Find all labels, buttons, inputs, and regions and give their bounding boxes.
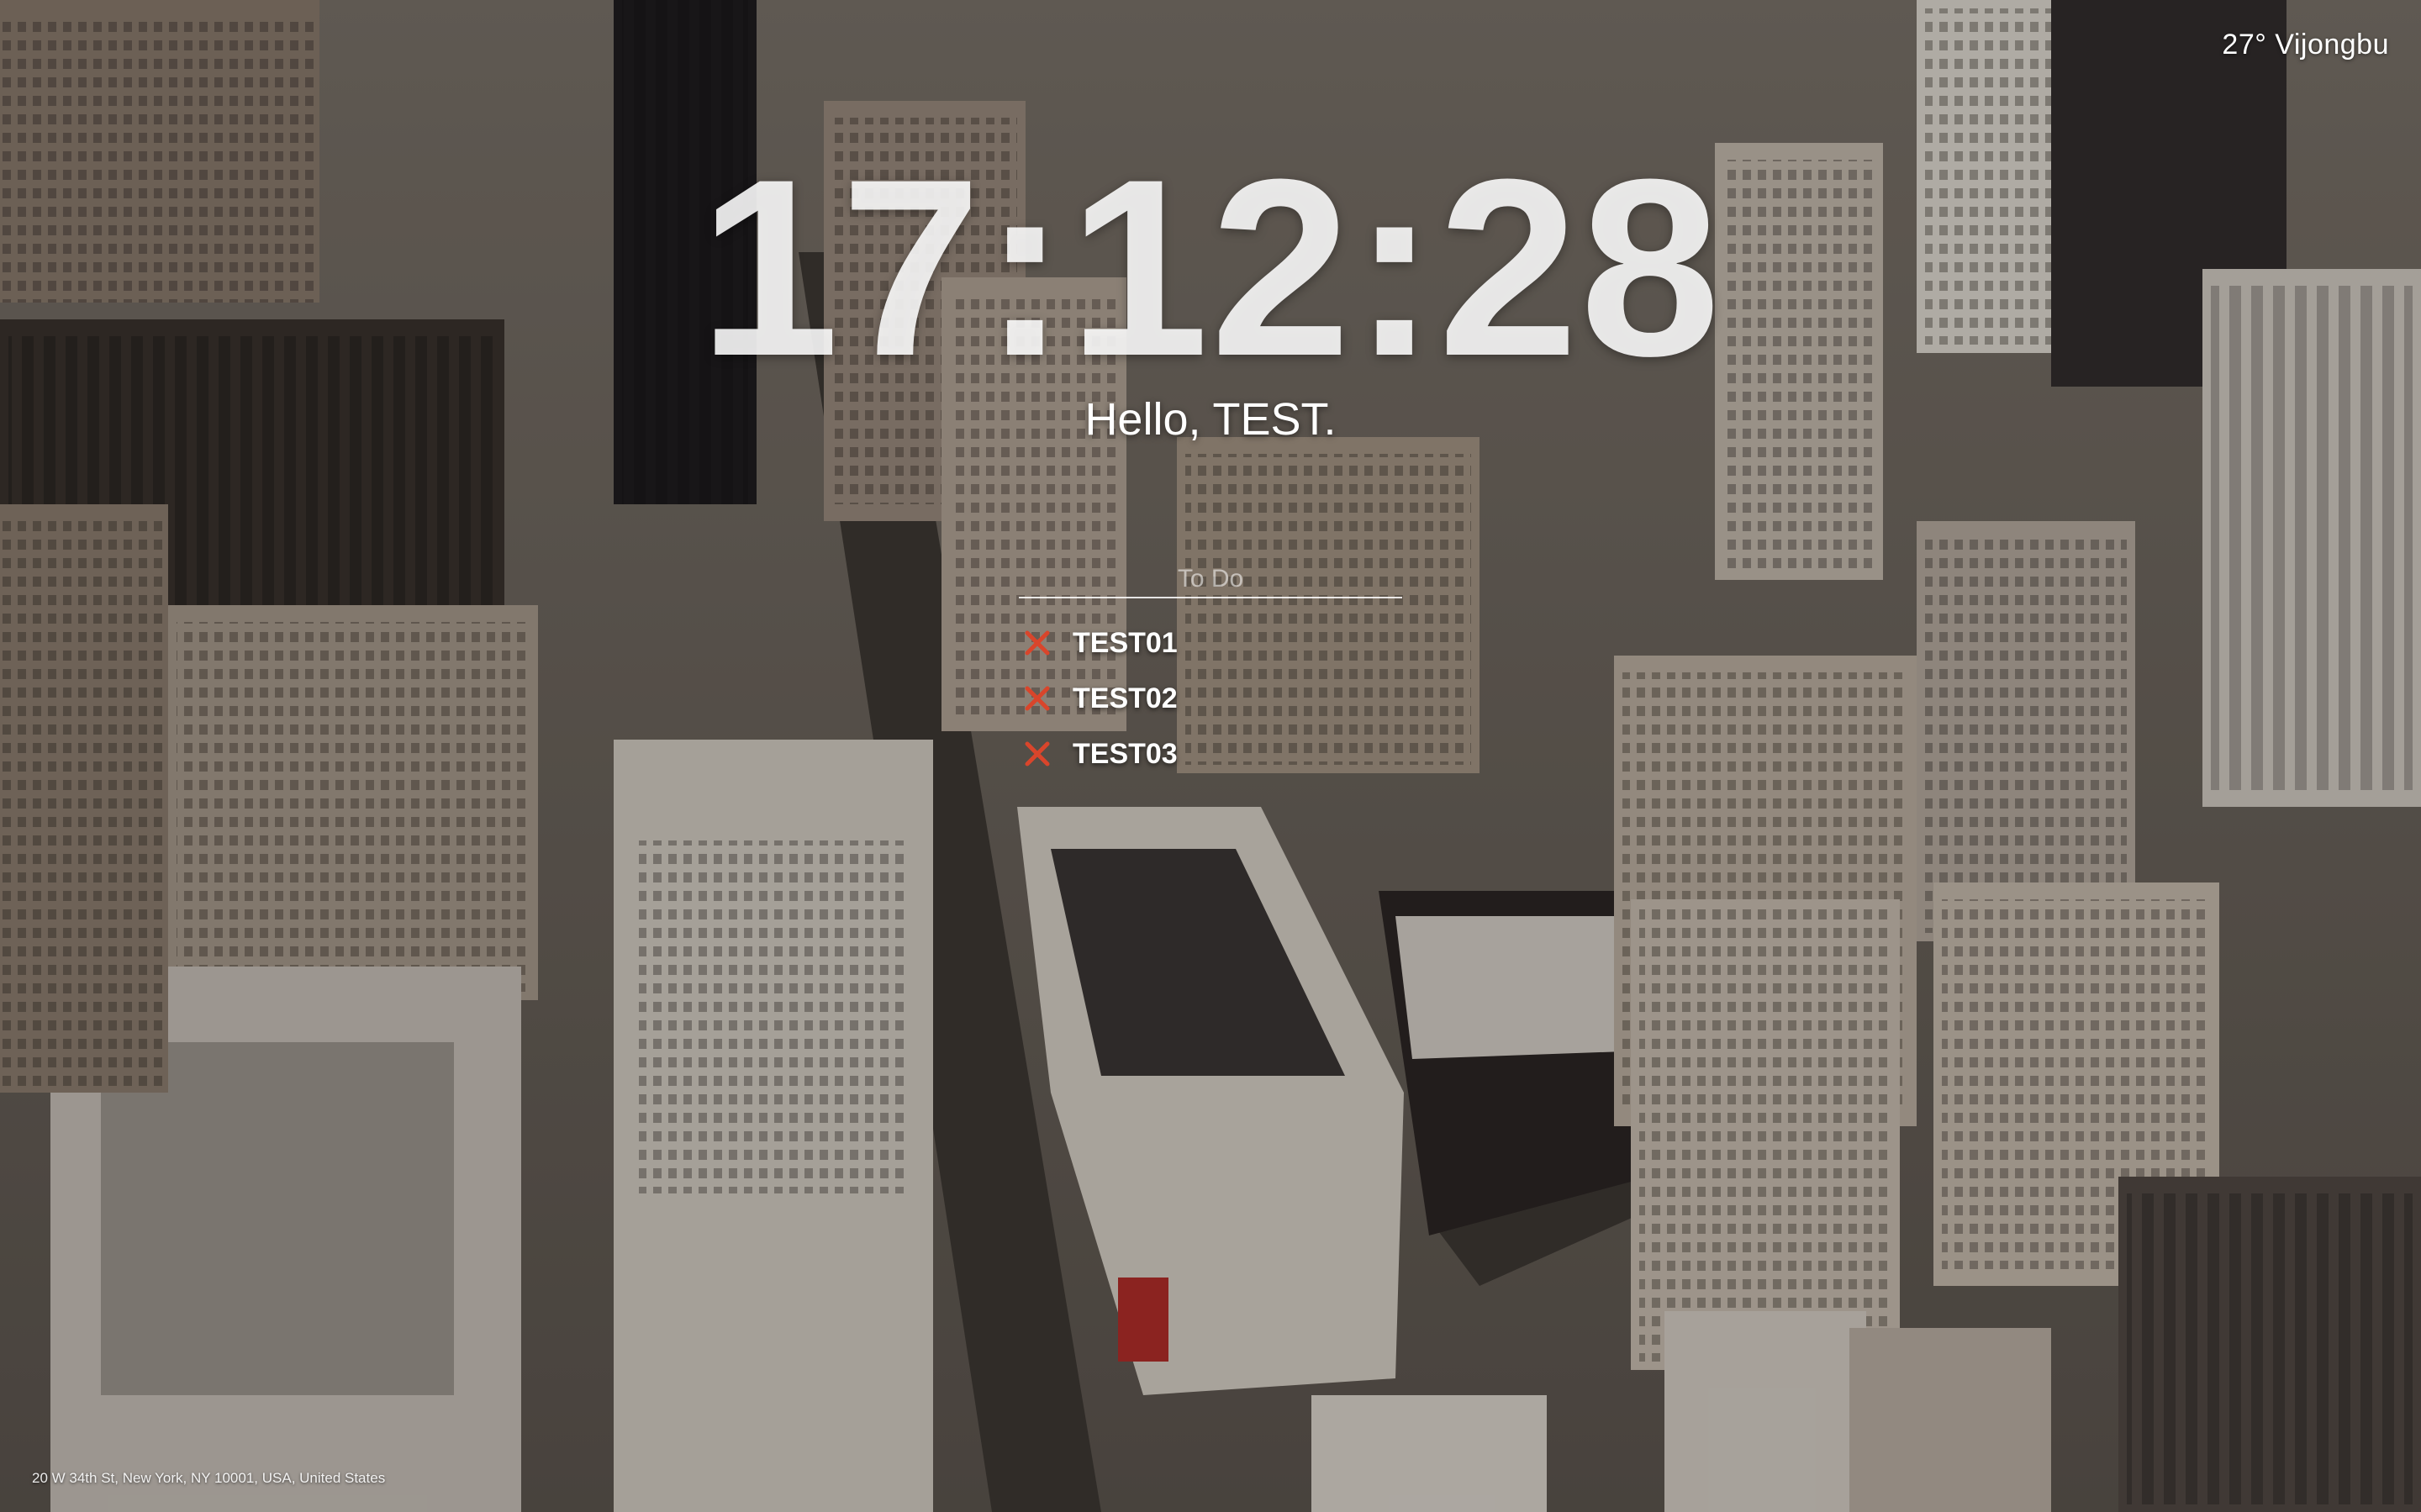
todo-item: TEST03 — [1019, 726, 1402, 782]
x-icon — [1025, 686, 1050, 711]
todo-item-label: TEST02 — [1073, 682, 1178, 714]
todo-item: TEST02 — [1019, 671, 1402, 726]
clock: 17:12:28 — [699, 126, 1722, 408]
todo-list: TEST01 TEST02 TEST03 — [1019, 615, 1402, 782]
weather-widget[interactable]: 27° Vijongbu — [2222, 29, 2389, 61]
todo-item-label: TEST01 — [1073, 626, 1178, 659]
todo-input[interactable] — [1019, 561, 1402, 598]
todo-item: TEST01 — [1019, 615, 1402, 671]
todo-delete-button[interactable] — [1021, 737, 1054, 771]
x-icon — [1025, 630, 1050, 656]
app-screen: 27° Vijongbu 17:12:28 Hello, TEST. TEST0… — [0, 0, 2421, 1512]
todo-widget: TEST01 TEST02 TEST03 — [1019, 561, 1402, 782]
background-location: 20 W 34th St, New York, NY 10001, USA, U… — [32, 1470, 386, 1486]
x-icon — [1025, 741, 1050, 767]
todo-delete-button[interactable] — [1021, 682, 1054, 715]
todo-item-label: TEST03 — [1073, 737, 1178, 770]
greeting: Hello, TEST. — [1084, 394, 1337, 445]
todo-delete-button[interactable] — [1021, 626, 1054, 660]
